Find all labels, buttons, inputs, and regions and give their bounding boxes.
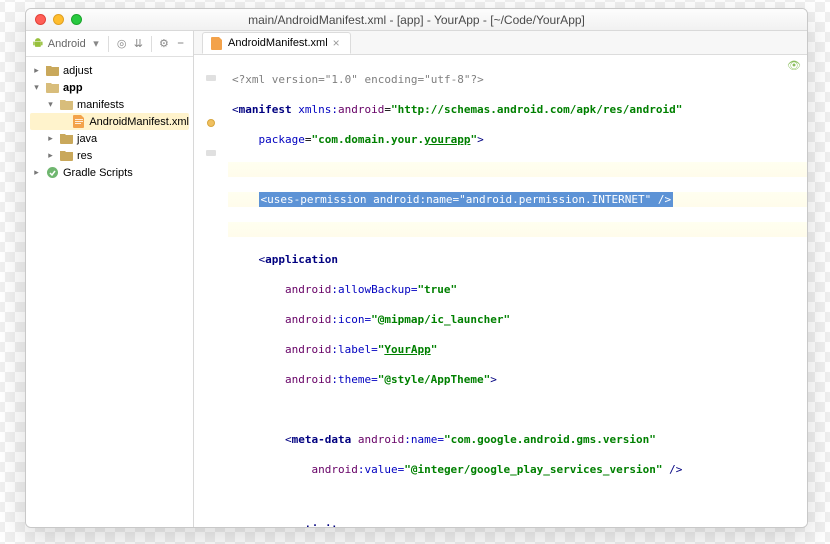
sidebar-toolbar: Android ▾ ◎ ⇊ ⚙ ⎯: [26, 31, 193, 57]
dropdown-icon[interactable]: ▾: [90, 37, 103, 51]
tree-node-gradle[interactable]: Gradle Scripts: [30, 164, 189, 181]
traffic-lights: [26, 14, 82, 25]
maximize-button[interactable]: [71, 14, 82, 25]
tree-node-adjust[interactable]: adjust: [30, 62, 189, 79]
tree-node-manifest-file[interactable]: AndroidManifest.xml: [30, 113, 189, 130]
gear-icon[interactable]: ⚙: [158, 37, 171, 51]
tree-node-app[interactable]: app: [30, 79, 189, 96]
tree-label: AndroidManifest.xml: [89, 116, 189, 128]
tree-label: manifests: [77, 99, 124, 111]
code-area[interactable]: <?xml version="1.0" encoding="utf-8"?> <…: [228, 55, 807, 527]
gutter[interactable]: [194, 55, 228, 527]
sidebar: Android ▾ ◎ ⇊ ⚙ ⎯ adjust app: [26, 31, 194, 527]
file-icon: [211, 37, 223, 50]
breakpoint-icon[interactable]: [207, 119, 215, 127]
tree-label: adjust: [63, 65, 92, 77]
titlebar[interactable]: main/AndroidManifest.xml - [app] - YourA…: [26, 9, 807, 31]
fold-icon[interactable]: [206, 75, 216, 81]
project-tree[interactable]: adjust app manifests AndroidManifest.xml: [26, 57, 193, 186]
close-button[interactable]: [35, 14, 46, 25]
window-title: main/AndroidManifest.xml - [app] - YourA…: [26, 13, 807, 27]
hide-icon[interactable]: ⎯: [174, 37, 187, 51]
editor-tabs: AndroidManifest.xml ×: [194, 31, 807, 55]
tree-node-manifests[interactable]: manifests: [30, 96, 189, 113]
collapse-icon[interactable]: ⇊: [132, 37, 145, 51]
ide-window: main/AndroidManifest.xml - [app] - YourA…: [25, 8, 808, 528]
tab-manifest[interactable]: AndroidManifest.xml ×: [202, 32, 351, 54]
highlighted-permission-line[interactable]: <uses-permission android:name="android.p…: [259, 192, 674, 207]
sidebar-mode-label[interactable]: Android: [48, 38, 86, 50]
window-body: Android ▾ ◎ ⇊ ⚙ ⎯ adjust app: [26, 31, 807, 527]
tree-label: java: [77, 133, 97, 145]
tab-label: AndroidManifest.xml: [228, 37, 328, 49]
tree-node-res[interactable]: res: [30, 147, 189, 164]
minimize-button[interactable]: [53, 14, 64, 25]
close-tab-icon[interactable]: ×: [333, 37, 340, 49]
tree-label: res: [77, 150, 92, 162]
tree-label: Gradle Scripts: [63, 167, 133, 179]
editor[interactable]: 👁 <?xml version="1.0" encoding="utf-8"?>: [194, 55, 807, 527]
android-icon: [32, 37, 44, 50]
fold-icon[interactable]: [206, 150, 216, 156]
tree-label: app: [63, 82, 83, 94]
inspection-eye-icon[interactable]: 👁: [787, 59, 801, 72]
tree-node-java[interactable]: java: [30, 130, 189, 147]
main-area: AndroidManifest.xml × 👁: [194, 31, 807, 527]
target-icon[interactable]: ◎: [115, 37, 128, 51]
